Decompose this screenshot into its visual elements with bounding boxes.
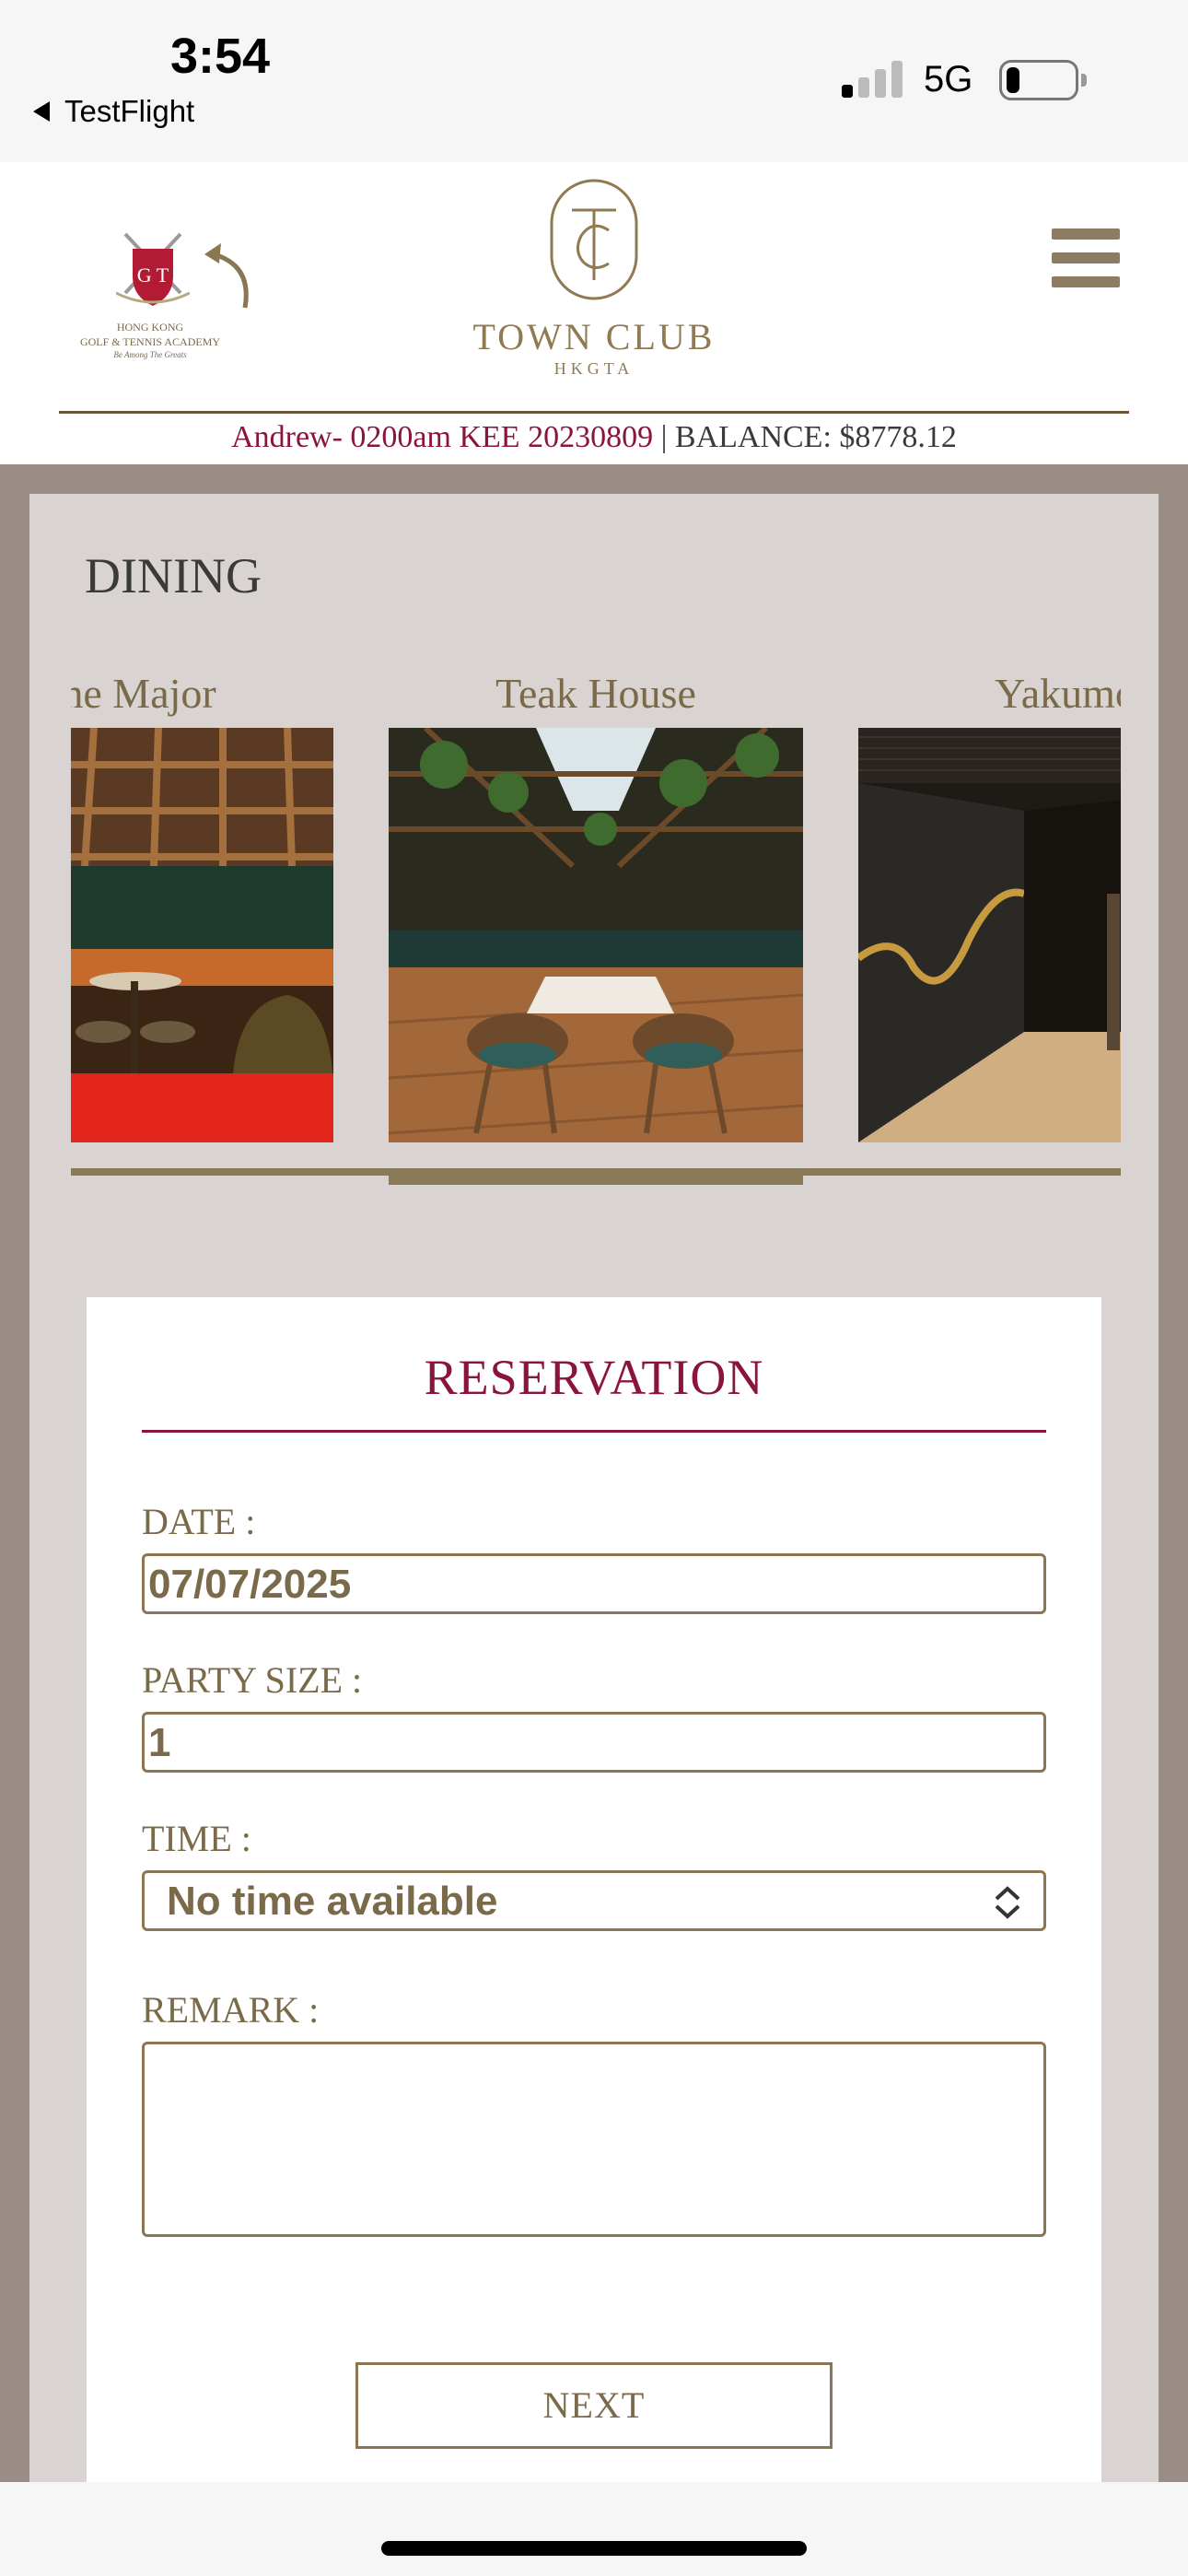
bottom-safe-area [0,2482,1188,2576]
hamburger-menu-icon[interactable] [1052,228,1120,287]
reservation-divider [142,1430,1046,1433]
site-header: G T HONG KONG GOLF & TENNIS ACADEMY Be A… [0,162,1188,464]
town-club-name: TOWN CLUB [472,316,716,357]
next-button[interactable]: NEXT [355,2362,833,2449]
academy-name-line1: HONG KONG [116,321,184,334]
date-field[interactable]: 07/07/2025 [142,1553,1046,1614]
town-club-sub: HKGTA [553,359,635,378]
town-club-logo[interactable]: TOWN CLUB HKGTA [465,177,723,380]
header-divider [59,411,1129,414]
academy-name-line2: GOLF & TENNIS ACADEMY [79,335,221,348]
reservation-title: RESERVATION [424,1350,764,1405]
yakumo-photo [858,728,1121,1142]
curved-arrow-icon [204,243,249,309]
tc-monogram-icon [550,179,638,300]
time-label: TIME : [142,1818,251,1859]
signal-strength-icon [842,61,904,98]
carousel-scroll-indicator[interactable] [389,1168,803,1185]
slide-label: Teak House [495,670,696,717]
status-time: 3:54 [170,29,271,84]
time-select-value: No time available [167,1879,498,1924]
the-major-photo [71,728,333,1142]
account-info: Andrew- 0200am KEE 20230809 | BALANCE: $… [0,420,1188,455]
page-title: DINING [85,548,262,603]
academy-crest-icon: G T [116,232,190,306]
slide-label: Yakumo [995,670,1121,717]
slide-label: The Major [71,670,216,717]
time-select[interactable]: No time available [142,1870,1046,1931]
battery-icon [999,60,1087,100]
academy-logo[interactable]: G T HONG KONG GOLF & TENNIS ACADEMY Be A… [72,219,265,367]
academy-tagline: Be Among The Greats [113,350,187,359]
account-separator: | [653,420,675,454]
back-to-testflight[interactable]: TestFlight [33,94,194,129]
select-chevron-icon [995,1886,1020,1919]
account-balance: BALANCE: $8778.12 [674,420,957,454]
home-indicator[interactable] [381,2541,807,2556]
remark-label: REMARK : [142,1989,320,2031]
svg-text:G T: G T [137,263,169,287]
network-type: 5G [924,59,973,100]
teak-house-photo [389,728,803,1142]
party-size-label: PARTY SIZE : [142,1659,363,1701]
reservation-card: RESERVATION DATE : 07/07/2025 PARTY SIZE… [87,1297,1101,2495]
party-size-field[interactable]: 1 [142,1712,1046,1773]
remark-textarea[interactable] [142,2042,1046,2237]
back-app-label: TestFlight [64,94,195,128]
date-label: DATE : [142,1501,256,1542]
restaurant-carousel[interactable]: The Major T [71,660,1121,1194]
back-arrow-icon [33,101,50,122]
status-bar: 3:54 TestFlight 5G [0,0,1188,162]
account-user: Andrew- 0200am KEE 20230809 [231,420,654,454]
